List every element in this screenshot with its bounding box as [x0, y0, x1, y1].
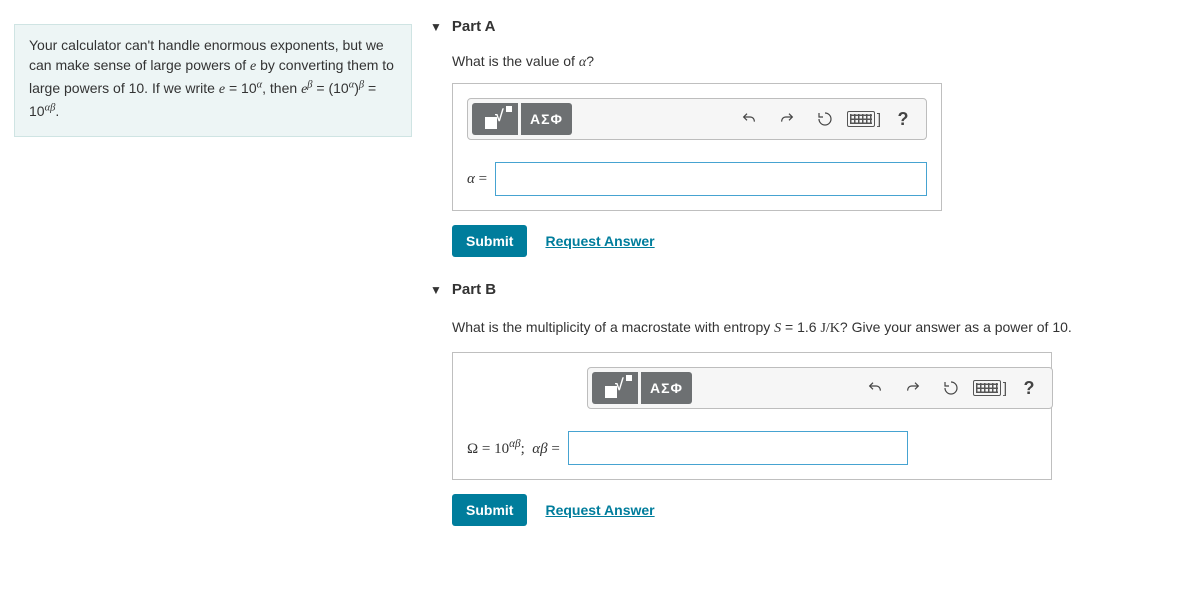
alphabeta-input[interactable] — [568, 431, 908, 465]
keyboard-icon — [973, 380, 1001, 396]
part-a-question: What is the value of α? — [452, 53, 1200, 71]
caret-down-icon: ▼ — [430, 283, 442, 297]
redo-button[interactable] — [896, 372, 930, 404]
part-a-answer-area: √ ΑΣΦ ] — [452, 83, 942, 211]
keyboard-button[interactable]: ] — [846, 103, 882, 135]
redo-button[interactable] — [770, 103, 804, 135]
undo-icon — [741, 111, 757, 127]
part-b-title: Part B — [452, 281, 496, 298]
template-icon: √ — [481, 108, 509, 130]
part-b-submit-button[interactable]: Submit — [452, 494, 527, 526]
redo-icon — [779, 111, 795, 127]
problem-intro-text: Your calculator can't handle enormous ex… — [29, 37, 394, 119]
part-b-toolbar: √ ΑΣΦ ] — [587, 367, 1053, 409]
part-b-request-answer-link[interactable]: Request Answer — [545, 502, 654, 518]
keyboard-icon — [847, 111, 875, 127]
templates-button[interactable]: √ — [592, 372, 638, 404]
templates-button[interactable]: √ — [472, 103, 518, 135]
problem-intro: Your calculator can't handle enormous ex… — [14, 24, 412, 137]
part-a-request-answer-link[interactable]: Request Answer — [545, 233, 654, 249]
part-a-header[interactable]: ▼ Part A — [430, 18, 1200, 35]
greek-button[interactable]: ΑΣΦ — [641, 372, 692, 404]
part-a-toolbar: √ ΑΣΦ ] — [467, 98, 927, 140]
undo-button[interactable] — [732, 103, 766, 135]
reset-icon — [817, 111, 833, 127]
help-button[interactable]: ? — [886, 103, 920, 135]
alpha-label: α = — [467, 171, 487, 188]
redo-icon — [905, 380, 921, 396]
reset-icon — [943, 380, 959, 396]
caret-down-icon: ▼ — [430, 20, 442, 34]
part-a-submit-button[interactable]: Submit — [452, 225, 527, 257]
undo-button[interactable] — [858, 372, 892, 404]
help-button[interactable]: ? — [1012, 372, 1046, 404]
keyboard-button[interactable]: ] — [972, 372, 1008, 404]
undo-icon — [867, 380, 883, 396]
reset-button[interactable] — [934, 372, 968, 404]
template-icon: √ — [601, 377, 629, 399]
part-b-header[interactable]: ▼ Part B — [430, 281, 1200, 298]
part-a-title: Part A — [452, 18, 496, 35]
part-b-answer-area: √ ΑΣΦ ] — [452, 352, 1052, 480]
part-b-question: What is the multiplicity of a macrostate… — [452, 316, 1192, 340]
alpha-input[interactable] — [495, 162, 927, 196]
greek-button[interactable]: ΑΣΦ — [521, 103, 572, 135]
omega-label: Ω = 10αβ; αβ = — [467, 438, 560, 458]
reset-button[interactable] — [808, 103, 842, 135]
